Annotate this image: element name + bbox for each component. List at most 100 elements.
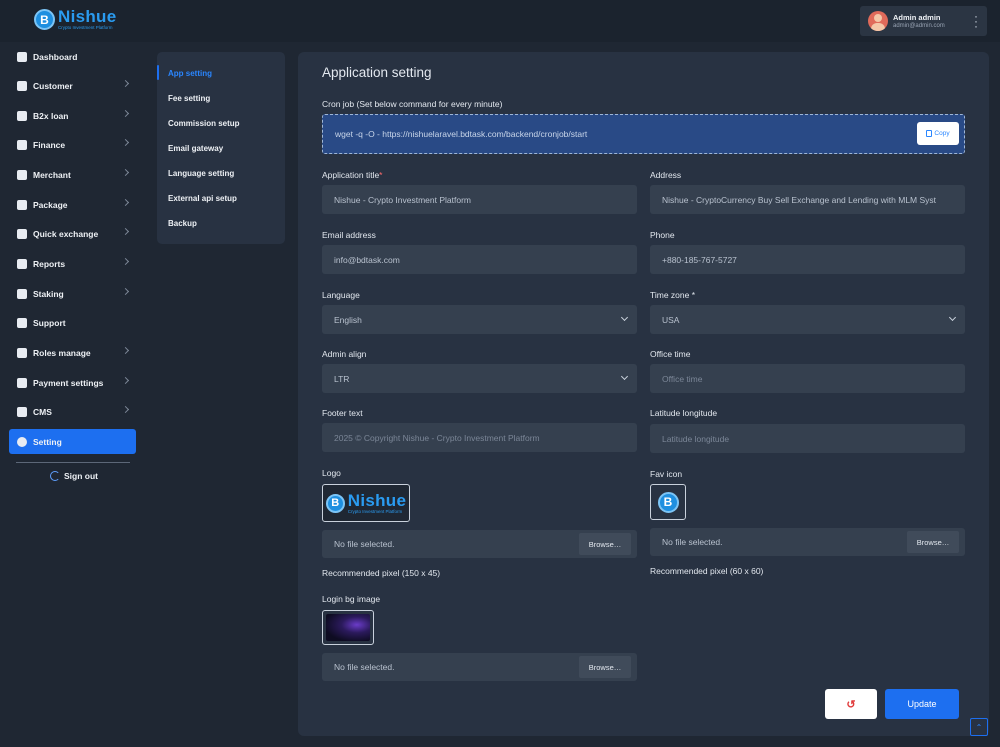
logo-size-note: Recommended pixel (150 x 45)	[322, 568, 441, 578]
kebab-icon[interactable]: · · ·	[974, 10, 978, 32]
reports-icon	[17, 258, 27, 269]
latlng-input[interactable]: Latitude longitude	[650, 424, 965, 453]
favicon-file-input[interactable]: No file selected. Browse…	[650, 528, 965, 556]
sidebar-item-package[interactable]: Package	[9, 192, 136, 217]
coin-icon: B	[325, 493, 345, 513]
submenu-app-setting[interactable]: App setting	[168, 69, 212, 78]
office-time-input[interactable]: Office time	[650, 364, 965, 393]
timezone-select[interactable]: USA	[650, 305, 965, 334]
chevron-down-icon	[620, 313, 629, 322]
sidebar-item-label: Customer	[33, 80, 73, 91]
favicon-label: Fav icon	[650, 469, 683, 479]
login-bg-file-status: No file selected.	[334, 662, 395, 672]
sidebar-item-setting[interactable]: Setting	[9, 429, 136, 454]
sidebar-item-label: Finance	[33, 139, 66, 150]
sidebar-item-roles-manage[interactable]: Roles manage	[9, 340, 136, 365]
scroll-top-button[interactable]: ⌃	[970, 718, 988, 736]
brand-tagline: Crypto Investment Platform	[58, 25, 113, 30]
sidebar-item-finance[interactable]: Finance	[9, 132, 136, 157]
logo-file-status: No file selected.	[334, 539, 395, 549]
language-select[interactable]: English	[322, 305, 637, 334]
admin-align-label: Admin align	[322, 349, 367, 359]
dashboard-icon	[17, 51, 27, 62]
sidebar-item-label: Support	[33, 317, 66, 328]
staking-icon	[17, 288, 27, 299]
copy-button[interactable]: Copy	[917, 122, 959, 145]
sidebar-item-label: B2x loan	[33, 110, 69, 121]
address-input[interactable]: Nishue - CryptoCurrency Buy Sell Exchang…	[650, 185, 965, 214]
sidebar-item-support[interactable]: Support	[9, 310, 136, 335]
login-bg-file-input[interactable]: No file selected. Browse…	[322, 653, 637, 681]
submenu-email-gateway[interactable]: Email gateway	[168, 144, 223, 153]
logo-file-input[interactable]: No file selected. Browse…	[322, 530, 637, 558]
footer-text-label: Footer text	[322, 408, 363, 418]
settings-submenu: App setting Fee setting Commission setup…	[157, 52, 285, 244]
submenu-external-api-setup[interactable]: External api setup	[168, 194, 237, 203]
avatar	[868, 11, 888, 31]
sidebar: Dashboard Customer B2x loan Finance Merc…	[0, 42, 146, 747]
chevron-right-icon	[121, 138, 130, 147]
sidebar-item-label: Package	[33, 199, 68, 210]
logo-label: Logo	[322, 468, 341, 478]
page-title: Application setting	[322, 65, 432, 80]
chevron-right-icon	[121, 405, 130, 414]
phone-label: Phone	[650, 230, 675, 240]
reset-button[interactable]: ↺	[825, 689, 877, 719]
sidebar-item-quick-exchange[interactable]: Quick exchange	[9, 221, 136, 246]
submenu-language-setting[interactable]: Language setting	[168, 169, 234, 178]
address-label: Address	[650, 170, 682, 180]
update-button[interactable]: Update	[885, 689, 959, 719]
logo-browse-button[interactable]: Browse…	[579, 533, 631, 555]
user-menu[interactable]: Admin admin admin@admin.com · · ·	[860, 6, 987, 36]
chevron-right-icon	[121, 227, 130, 236]
cms-icon	[17, 406, 27, 417]
sign-out-icon	[50, 471, 60, 481]
user-email: admin@admin.com	[893, 23, 945, 29]
support-icon	[17, 317, 27, 328]
sidebar-item-customer[interactable]: Customer	[9, 73, 136, 98]
login-bg-image	[326, 614, 370, 641]
latlng-label: Latitude longitude	[650, 408, 718, 418]
required-mark: *	[379, 170, 383, 180]
login-bg-browse-button[interactable]: Browse…	[579, 656, 631, 678]
submenu-fee-setting[interactable]: Fee setting	[168, 94, 210, 103]
sidebar-item-dashboard[interactable]: Dashboard	[9, 44, 136, 69]
sidebar-item-label: CMS	[33, 406, 52, 417]
chevron-down-icon	[948, 313, 957, 322]
payment-icon	[17, 377, 27, 388]
favicon-preview: B	[650, 484, 686, 520]
customer-icon	[17, 80, 27, 91]
app-title-input[interactable]: Nishue - Crypto Investment Platform	[322, 185, 637, 214]
brand-logo[interactable]: B Nishue Crypto Investment Platform	[34, 7, 117, 30]
gear-icon	[17, 436, 27, 447]
sidebar-item-reports[interactable]: Reports	[9, 251, 136, 276]
footer-text-input[interactable]: 2025 © Copyright Nishue - Crypto Investm…	[322, 423, 637, 452]
sidebar-item-label: Reports	[33, 258, 66, 269]
chevron-right-icon	[121, 168, 130, 177]
loan-icon	[17, 110, 27, 121]
phone-input[interactable]: +880-185-767-5727	[650, 245, 965, 274]
cron-command-box: wget -q -O - https://nishuelaravel.bdtas…	[322, 114, 965, 154]
chevron-right-icon	[121, 346, 130, 355]
sidebar-item-b2x-loan[interactable]: B2x loan	[9, 103, 136, 128]
sidebar-item-payment-settings[interactable]: Payment settings	[9, 370, 136, 395]
logo-preview: B Nishue Crypto Investment Platform	[322, 484, 410, 522]
favicon-browse-button[interactable]: Browse…	[907, 531, 959, 553]
sidebar-item-staking[interactable]: Staking	[9, 281, 136, 306]
user-name: Admin admin	[893, 13, 941, 22]
sidebar-item-merchant[interactable]: Merchant	[9, 162, 136, 187]
brand-name: Nishue	[58, 7, 117, 26]
email-input[interactable]: info@bdtask.com	[322, 245, 637, 274]
coin-icon: B	[34, 9, 55, 30]
favicon-file-status: No file selected.	[662, 537, 723, 547]
sidebar-item-cms[interactable]: CMS	[9, 399, 136, 424]
submenu-backup[interactable]: Backup	[168, 219, 197, 228]
admin-align-select[interactable]: LTR	[322, 364, 637, 393]
language-value: English	[334, 314, 362, 325]
office-time-label: Office time	[650, 349, 691, 359]
submenu-commission-setup[interactable]: Commission setup	[168, 119, 240, 128]
top-bar: B Nishue Crypto Investment Platform Admi…	[0, 0, 1000, 42]
login-bg-label: Login bg image	[322, 594, 381, 604]
merchant-icon	[17, 169, 27, 180]
sign-out-link[interactable]: Sign out	[50, 471, 98, 481]
